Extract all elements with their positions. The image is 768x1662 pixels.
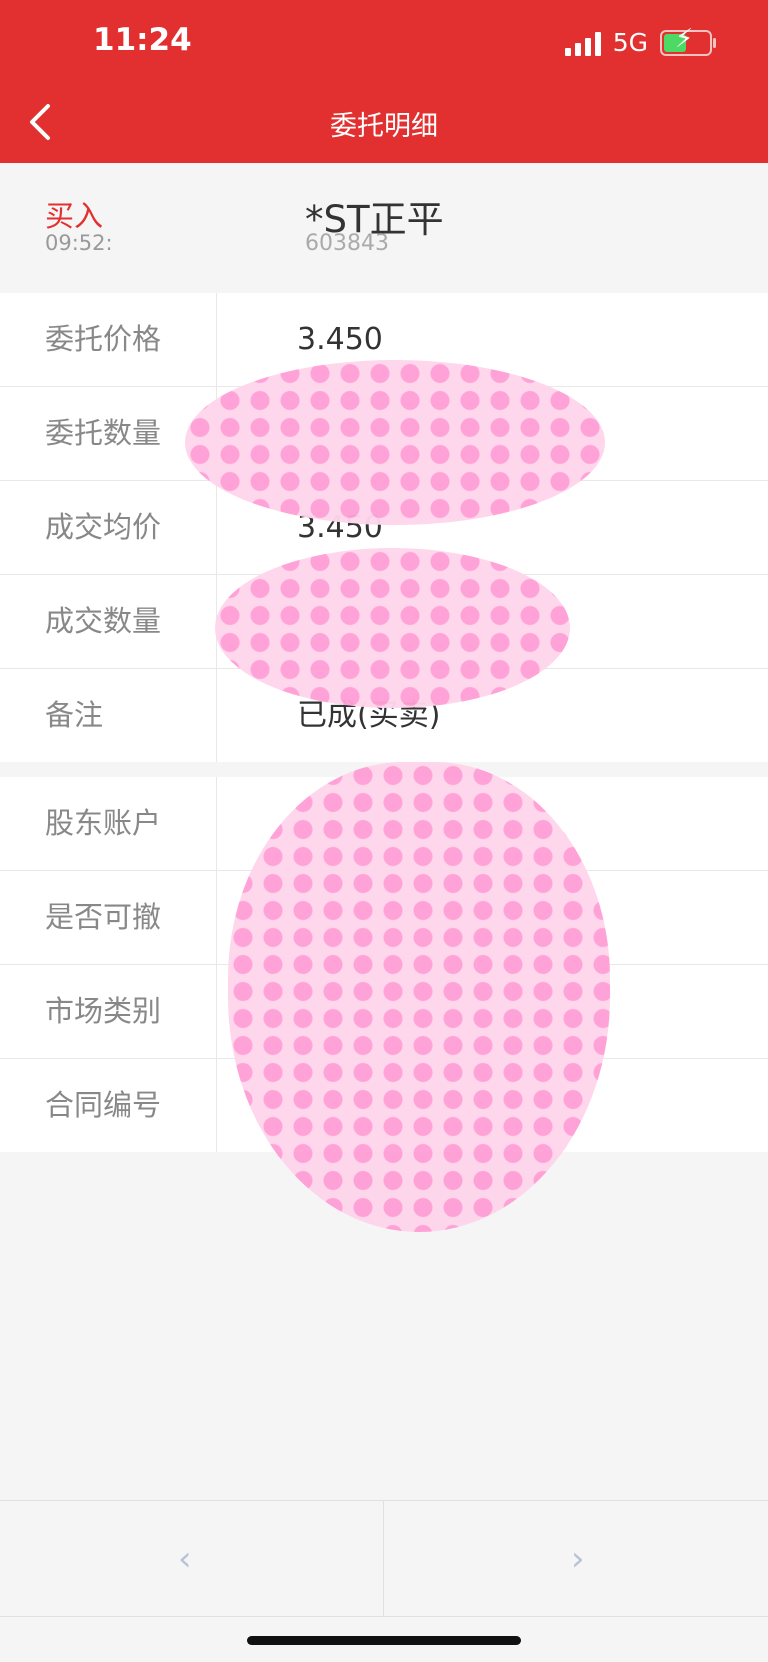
app-header: 11:24 5G ⚡ 委托明细	[0, 0, 768, 163]
status-icons: 5G ⚡	[564, 26, 716, 57]
order-time: 09:52:	[45, 231, 113, 255]
page-title: 委托明细	[330, 111, 438, 142]
pager-bar: ‹ ›	[0, 1500, 768, 1617]
detail-label: 成交数量	[45, 604, 162, 638]
previous-button[interactable]: ‹	[0, 1501, 384, 1616]
detail-label: 是否可撤	[45, 900, 162, 934]
order-side: 买入	[45, 199, 104, 233]
home-indicator	[247, 1636, 521, 1645]
detail-label: 成交均价	[45, 510, 162, 544]
signal-icon	[564, 30, 601, 56]
detail-label: 股东账户	[45, 806, 162, 840]
chevron-left-icon: ‹	[178, 1539, 192, 1579]
chevron-right-icon: ›	[571, 1539, 585, 1579]
network-label: 5G	[612, 28, 648, 57]
detail-label: 委托价格	[45, 322, 162, 356]
battery-icon: ⚡	[660, 26, 716, 56]
detail-label: 合同编号	[45, 1088, 162, 1122]
redaction-sticker	[228, 762, 610, 1232]
detail-label: 备注	[45, 698, 104, 732]
detail-label: 市场类别	[45, 994, 162, 1028]
detail-label: 委托数量	[45, 416, 162, 450]
stock-code: 603843	[305, 231, 389, 256]
redaction-sticker	[185, 360, 605, 525]
next-button[interactable]: ›	[384, 1501, 767, 1616]
order-summary: 买入 09:52: *ST正平 603843	[0, 163, 768, 293]
status-time: 11:24	[93, 22, 192, 58]
redaction-sticker	[215, 548, 570, 708]
